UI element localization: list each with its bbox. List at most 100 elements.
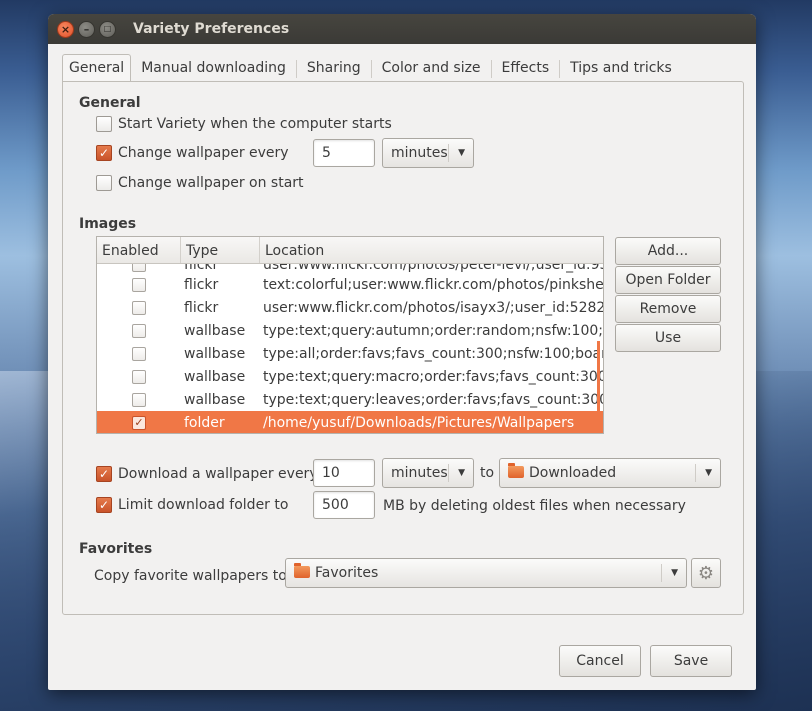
download-every-checkbox[interactable]: ✓: [96, 466, 112, 482]
add-source-button[interactable]: Add...: [615, 237, 721, 265]
gear-icon: ⚙: [697, 562, 715, 584]
start-on-boot-label[interactable]: Start Variety when the computer starts: [118, 116, 392, 132]
tab-general[interactable]: General: [62, 54, 132, 82]
favorites-destination-select[interactable]: Favorites ▼: [285, 558, 687, 588]
start-on-boot-checkbox[interactable]: [96, 116, 112, 132]
tab-manual-downloading[interactable]: Manual downloading: [137, 54, 290, 82]
table-body: flickr user:www.flickr.com/photos/peter-…: [97, 264, 603, 433]
limit-folder-size-input[interactable]: 500: [313, 491, 375, 519]
row-location: type:all;order:favs;favs_count:300;nsfw:…: [263, 345, 603, 362]
minimize-window-button[interactable]: –: [78, 20, 95, 38]
row-enabled-checkbox[interactable]: [132, 392, 146, 407]
checkmark-icon: ✓: [98, 498, 110, 512]
column-location[interactable]: Location: [260, 237, 603, 263]
table-row[interactable]: wallbase type:text;query:autumn;order:ra…: [97, 319, 603, 342]
row-type: flickr: [184, 276, 219, 293]
scrollbar-indicator[interactable]: [597, 341, 600, 428]
tab-separator: [559, 60, 561, 78]
combo-separator: [661, 564, 662, 582]
close-window-button[interactable]: ×: [57, 20, 74, 38]
column-enabled[interactable]: Enabled: [97, 237, 181, 263]
checkmark-icon: ✓: [98, 146, 110, 160]
change-every-label[interactable]: Change wallpaper every: [118, 145, 289, 161]
table-row[interactable]: wallbase type:text;query:macro;order:fav…: [97, 365, 603, 388]
row-enabled-checkbox[interactable]: [132, 323, 146, 338]
tab-separator: [370, 60, 372, 78]
change-on-start-checkbox[interactable]: [96, 175, 112, 191]
table-row[interactable]: flickr text:colorful;user:www.flickr.com…: [97, 273, 603, 296]
change-interval-input[interactable]: 5: [313, 139, 375, 167]
row-enabled-checkbox[interactable]: [132, 369, 146, 384]
row-location: type:text;query:macro;order:favs;favs_co…: [263, 368, 603, 385]
tab-sharing[interactable]: Sharing: [303, 54, 365, 82]
dropdown-arrow-icon: ▼: [705, 468, 712, 478]
close-icon: ×: [60, 22, 71, 36]
table-row[interactable]: wallbase type:all;order:favs;favs_count:…: [97, 342, 603, 365]
limit-folder-row: ✓ Limit download folder to: [96, 497, 288, 513]
table-row[interactable]: wallbase type:text;query:leaves;order:fa…: [97, 388, 603, 411]
row-enabled-checkbox[interactable]: [132, 264, 146, 272]
download-every-row: ✓ Download a wallpaper every: [96, 466, 318, 482]
row-location: type:text;query:leaves;order:favs;favs_c…: [263, 391, 603, 408]
tab-color-and-size[interactable]: Color and size: [378, 54, 485, 82]
limit-folder-checkbox[interactable]: ✓: [96, 497, 112, 513]
change-every-row: ✓ Change wallpaper every: [96, 145, 289, 161]
favorites-label: Copy favorite wallpapers to: [94, 568, 287, 584]
download-destination-value: Downloaded: [529, 465, 617, 481]
table-row[interactable]: flickr user:www.flickr.com/photos/isayx3…: [97, 296, 603, 319]
change-every-checkbox[interactable]: ✓: [96, 145, 112, 161]
dropdown-arrow-icon: ▼: [671, 568, 678, 578]
download-destination-select[interactable]: Downloaded ▼: [499, 458, 721, 488]
change-interval-unit-value: minutes: [391, 145, 448, 161]
checkmark-icon: ✓: [98, 467, 110, 481]
favorites-destination-value: Favorites: [315, 565, 379, 581]
row-type: wallbase: [184, 391, 246, 408]
tab-bar: General Manual downloading Sharing Color…: [62, 54, 682, 82]
open-folder-button[interactable]: Open Folder: [615, 266, 721, 294]
row-location: user:www.flickr.com/photos/peter-levi/;u…: [263, 264, 603, 273]
download-interval-input[interactable]: 10: [313, 459, 375, 487]
use-source-button[interactable]: Use: [615, 324, 721, 352]
combo-separator: [448, 464, 449, 482]
image-sources-table[interactable]: Enabled Type Location flickr user:www.fl…: [96, 236, 604, 434]
tab-tips-and-tricks[interactable]: Tips and tricks: [566, 54, 676, 82]
row-enabled-checkbox[interactable]: [132, 300, 146, 315]
column-type[interactable]: Type: [181, 237, 260, 263]
favorites-heading: Favorites: [79, 541, 153, 557]
tab-effects[interactable]: Effects: [498, 54, 554, 82]
table-header: Enabled Type Location: [97, 237, 603, 264]
row-location: type:text;query:autumn;order:random;nsfw…: [263, 322, 603, 339]
general-heading: General: [79, 95, 141, 111]
change-on-start-label[interactable]: Change wallpaper on start: [118, 175, 304, 191]
change-interval-unit-select[interactable]: minutes ▼: [382, 138, 474, 168]
row-type: wallbase: [184, 368, 246, 385]
titlebar: × – □ Variety Preferences: [48, 14, 756, 44]
tab-separator: [490, 60, 492, 78]
minimize-icon: –: [83, 22, 90, 36]
row-type: flickr: [184, 299, 219, 316]
download-to-label: to: [480, 465, 495, 481]
download-interval-unit-select[interactable]: minutes ▼: [382, 458, 474, 488]
row-enabled-checkbox[interactable]: [132, 346, 146, 361]
row-type: folder: [184, 414, 225, 431]
dropdown-arrow-icon: ▼: [458, 148, 465, 158]
combo-separator: [695, 464, 696, 482]
maximize-icon: □: [103, 24, 112, 33]
folder-icon: [508, 463, 524, 478]
save-button[interactable]: Save: [650, 645, 732, 677]
table-row-selected[interactable]: ✓ folder /home/yusuf/Downloads/Pictures/…: [97, 411, 603, 433]
row-type: wallbase: [184, 345, 246, 362]
change-on-start-row: Change wallpaper on start: [96, 175, 304, 191]
row-enabled-checkbox[interactable]: [132, 277, 146, 292]
favorites-settings-button[interactable]: ⚙: [691, 558, 721, 588]
row-enabled-checkbox[interactable]: ✓: [132, 415, 146, 430]
row-location: /home/yusuf/Downloads/Pictures/Wallpaper…: [263, 414, 575, 431]
row-location: user:www.flickr.com/photos/isayx3/;user_…: [263, 299, 603, 316]
download-every-label[interactable]: Download a wallpaper every: [118, 466, 318, 482]
remove-source-button[interactable]: Remove: [615, 295, 721, 323]
preferences-window: × – □ Variety Preferences General Manual…: [48, 14, 756, 690]
row-type: wallbase: [184, 322, 246, 339]
maximize-window-button[interactable]: □: [99, 20, 116, 38]
limit-folder-label[interactable]: Limit download folder to: [118, 497, 288, 513]
cancel-button[interactable]: Cancel: [559, 645, 641, 677]
